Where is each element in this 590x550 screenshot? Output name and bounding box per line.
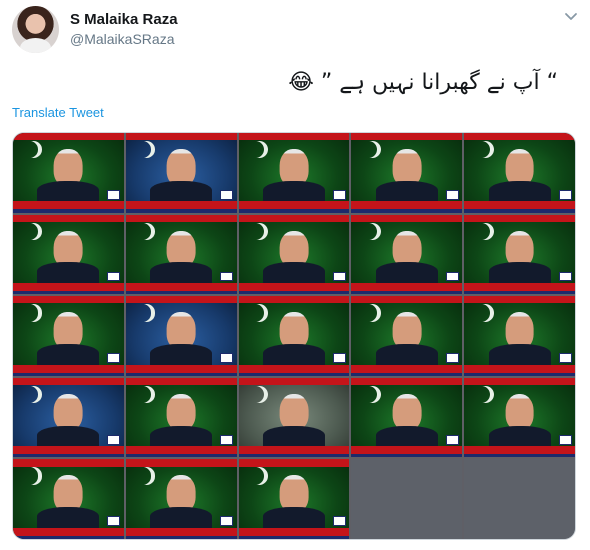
- news-thumbnail: [464, 377, 575, 458]
- news-thumbnail: [125, 377, 237, 458]
- news-thumbnail: [125, 133, 237, 213]
- user-handle[interactable]: @MalaikaSRaza: [70, 31, 174, 47]
- news-thumbnail: [238, 296, 350, 376]
- news-thumbnail: [125, 214, 237, 295]
- news-thumbnail: [351, 377, 463, 458]
- display-name[interactable]: S Malaika Raza: [70, 11, 178, 28]
- news-thumbnail: [13, 214, 124, 295]
- news-thumbnail: [464, 296, 575, 376]
- news-thumbnail: [238, 459, 350, 539]
- news-thumbnail: [351, 133, 463, 213]
- news-thumbnail: [125, 459, 237, 539]
- news-thumbnail: [464, 214, 575, 295]
- news-thumbnail: [351, 214, 463, 295]
- news-thumbnail: [238, 214, 350, 295]
- tweet-text: “ آپ نے گھبرانا نہیں ہے ” 😂: [288, 70, 558, 95]
- news-thumbnail: [13, 296, 124, 376]
- avatar[interactable]: [12, 6, 59, 53]
- news-thumbnail: [13, 133, 124, 213]
- news-thumbnail: [13, 377, 124, 458]
- translate-tweet-link[interactable]: Translate Tweet: [12, 105, 104, 120]
- empty-tile: [351, 459, 463, 539]
- news-thumbnail: [238, 377, 350, 458]
- news-thumbnail: [13, 459, 124, 539]
- news-thumbnail: [125, 296, 237, 376]
- news-thumbnail: [238, 133, 350, 213]
- chevron-down-icon[interactable]: [563, 9, 579, 25]
- news-thumbnail: [351, 296, 463, 376]
- empty-tile: [464, 459, 575, 539]
- news-thumbnail: [464, 133, 575, 213]
- media-collage[interactable]: [12, 132, 576, 540]
